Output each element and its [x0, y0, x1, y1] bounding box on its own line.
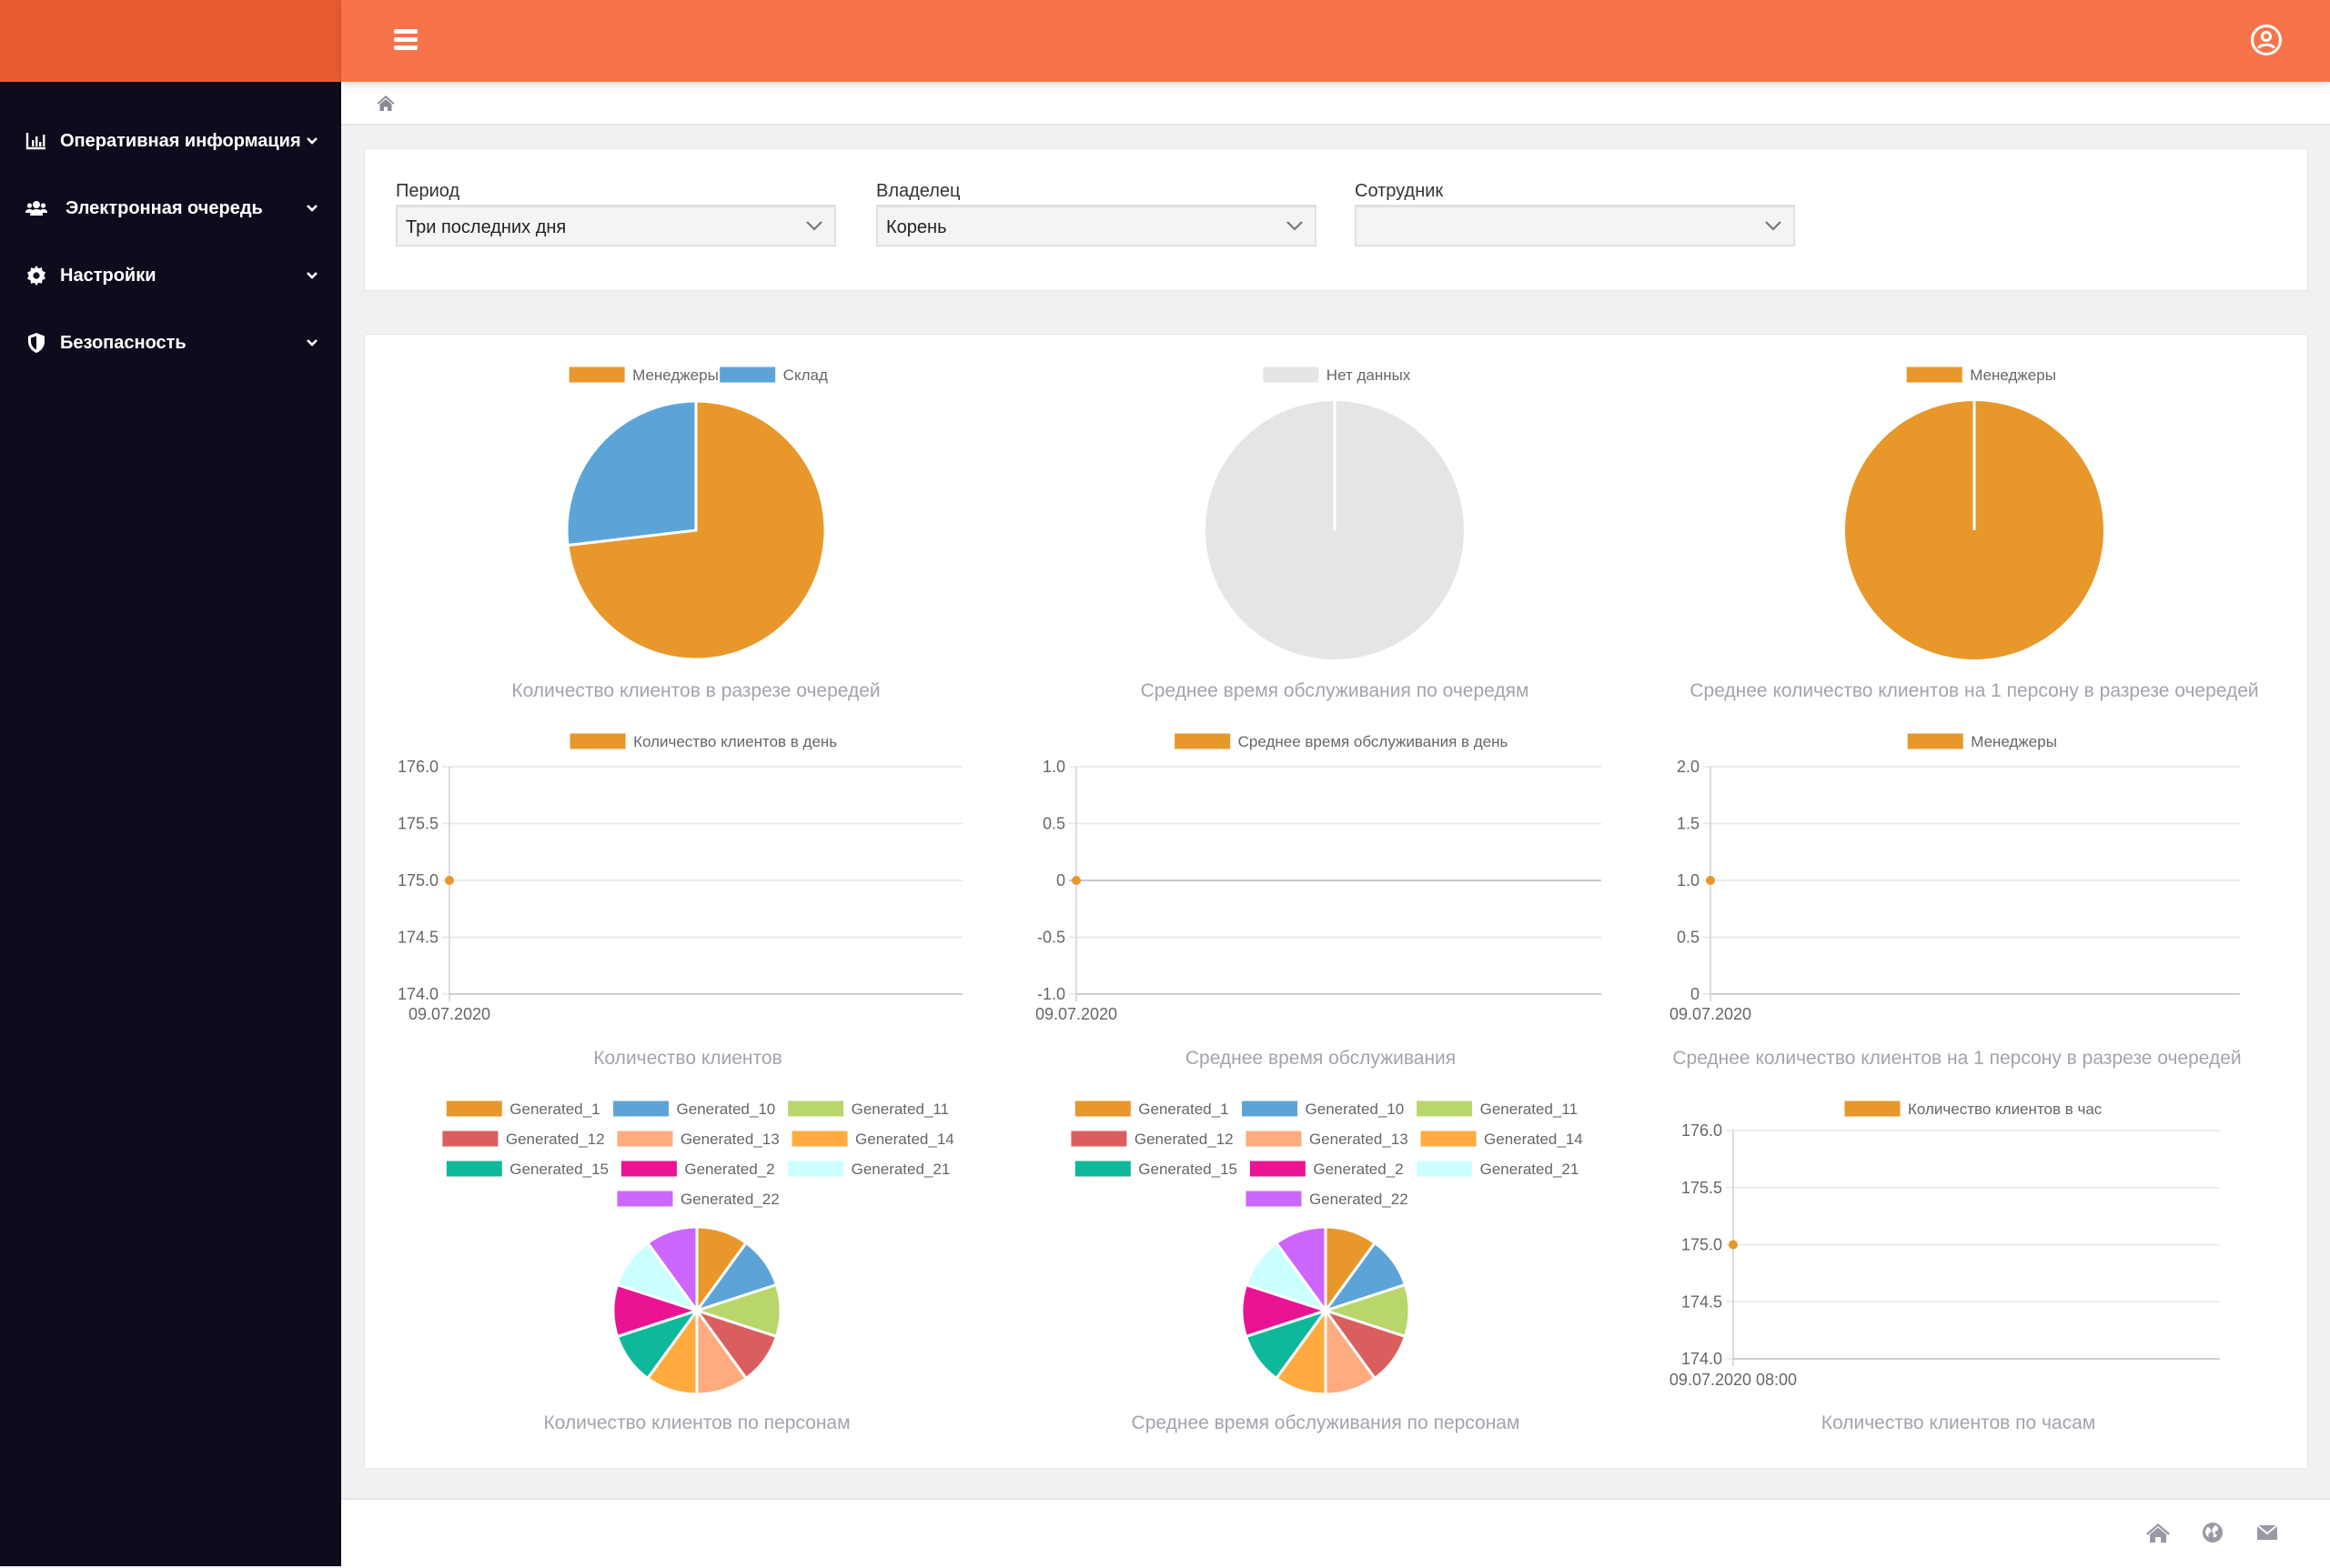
sidebar-item-security[interactable]: Безопасность — [0, 320, 341, 366]
chevron-down-icon — [1765, 221, 1781, 231]
chevron-down-icon — [307, 205, 318, 212]
gear-icon — [27, 266, 45, 286]
sidebar-item-electronic-queue[interactable]: Электронная очередь — [0, 186, 341, 231]
chevron-down-icon — [307, 272, 318, 279]
owner-label: Владелец — [876, 181, 961, 201]
sidebar-item-operational-info[interactable]: Оперативная информация — [0, 118, 341, 164]
owner-value: Корень — [886, 217, 947, 237]
chart-bar-icon — [25, 133, 45, 150]
hamburger-icon[interactable] — [394, 29, 418, 51]
period-value: Три последних дня — [406, 217, 567, 237]
chevron-down-icon — [1286, 221, 1303, 231]
sidebar: Оперативная информация Электронная очере… — [0, 82, 341, 1566]
sidebar-item-label: Оперативная информация — [60, 130, 301, 151]
chevron-down-icon — [307, 339, 318, 347]
envelope-icon[interactable] — [2254, 1520, 2280, 1545]
user-circle-icon[interactable] — [2250, 24, 2283, 56]
top-bar — [341, 0, 2330, 82]
breadcrumb — [341, 82, 2330, 126]
owner-select[interactable]: Корень — [876, 205, 1316, 246]
sidebar-item-settings[interactable]: Настройки — [0, 253, 341, 298]
employee-select[interactable] — [1355, 205, 1795, 246]
charts-panel — [364, 334, 2308, 1469]
home-icon[interactable] — [377, 94, 395, 112]
sidebar-item-label: Безопасность — [60, 332, 187, 353]
period-select[interactable]: Три последних дня — [396, 205, 836, 246]
filters-panel: Период Три последних дня Владелец Корень… — [364, 148, 2308, 291]
sidebar-item-label: Настройки — [60, 265, 156, 286]
shield-icon — [28, 333, 45, 353]
sidebar-item-label: Электронная очередь — [66, 197, 263, 218]
chevron-down-icon — [806, 221, 822, 231]
employee-label: Сотрудник — [1355, 181, 1444, 201]
period-label: Период — [396, 181, 460, 201]
globe-icon[interactable] — [2200, 1520, 2225, 1545]
users-icon — [25, 201, 47, 216]
brand-logo-area — [0, 0, 341, 82]
chevron-down-icon — [307, 137, 318, 145]
footer — [341, 1498, 2330, 1568]
home-icon[interactable] — [2145, 1520, 2171, 1545]
